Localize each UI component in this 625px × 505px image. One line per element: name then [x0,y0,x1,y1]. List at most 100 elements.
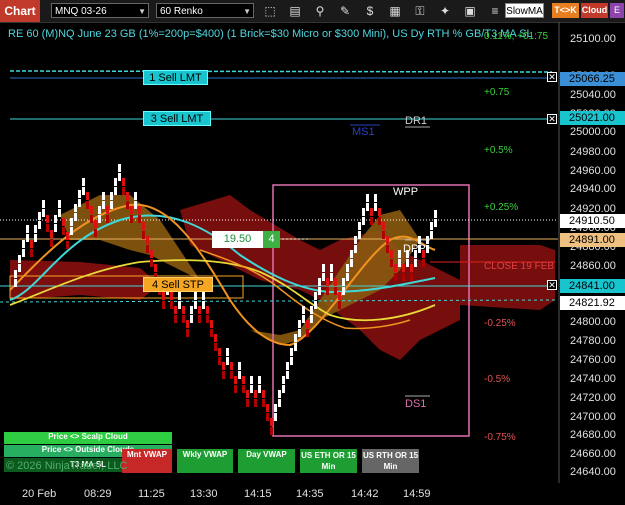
instrument-label: MNQ 03-26 [55,6,107,17]
renko-brick [214,334,217,342]
renko-brick [210,329,213,337]
renko-brick [86,192,89,200]
renko-brick [86,201,89,209]
renko-brick [330,273,333,281]
renko-brick [318,287,321,295]
tk-toggle-button[interactable]: T<>K [552,3,579,18]
level-plus05: +0.5% [484,145,513,156]
price-tick: 24980.00 [570,146,616,158]
renko-brick [42,200,45,208]
renko-brick [350,250,353,258]
price-tick: 24740.00 [570,373,616,385]
renko-brick [30,240,33,248]
renko-brick [302,315,305,323]
day-vwap-button[interactable]: Day VWAP [238,449,295,473]
cancel-order-4-icon[interactable]: ✕ [547,280,557,290]
renko-brick [222,371,225,379]
renko-brick [242,385,245,393]
sell-limit-order-3[interactable]: 3 Sell LMT [143,111,211,126]
renko-brick [50,239,53,247]
renko-brick [326,287,329,295]
dpp-label: DPP [403,243,426,255]
renko-brick [234,385,237,393]
renko-brick [98,206,101,214]
strategy-icon[interactable]: ✦ [437,3,453,19]
renko-brick [14,270,17,278]
renko-brick [54,224,57,232]
renko-brick [102,192,105,200]
renko-brick [146,245,149,253]
chevron-down-icon: ▼ [138,7,146,16]
zoom-icon[interactable]: ⚲ [312,3,328,19]
renko-brick [206,306,209,314]
price-chart[interactable] [0,22,560,483]
renko-brick [334,287,337,295]
sell-stop-order-4[interactable]: 4 Sell STP [143,277,213,292]
timeframe-selector[interactable]: 60 Renko ▼ [156,3,254,18]
cancel-order-1-icon[interactable]: ✕ [547,72,557,82]
renko-brick [286,371,289,379]
renko-brick [70,218,73,226]
renko-brick [334,278,337,286]
chart-toolbar: Chart MNQ 03-26 ▼ 60 Renko ▼ ⬚ ▤ ⚲ ✎ $ ▦… [0,0,625,23]
price-scalp-cloud-button[interactable]: Price <> Scalp Cloud [4,432,172,444]
price-tick: 25040.00 [570,89,616,101]
renko-brick [230,371,233,379]
cloud-toggle-button[interactable]: Cloud [581,3,608,18]
renko-brick [190,315,193,323]
renko-brick [338,301,341,309]
month-vwap-button[interactable]: Mnt VWAP [122,449,172,473]
chart-options-icon[interactable]: ≡ [487,3,503,19]
lock-icon[interactable]: ⚿ [412,3,428,19]
renko-brick [222,362,225,370]
renko-brick [186,329,189,337]
renko-brick [30,249,33,257]
renko-brick [410,273,413,281]
renko-brick [174,306,177,314]
price-tick: 24800.00 [570,316,616,328]
renko-brick [258,376,261,384]
instrument-icon[interactable]: ▦ [387,3,403,19]
order-quantity[interactable]: 4 [263,231,280,248]
us-rth-or-button[interactable]: US RTH OR 15 Min [362,449,419,473]
renko-brick [346,273,349,281]
renko-brick [122,187,125,195]
chart-tab[interactable]: Chart [0,0,40,22]
price-tick: 25100.00 [570,33,616,45]
us-eth-or-button[interactable]: US ETH OR 15 Min [300,449,357,473]
price-tick: 24720.00 [570,392,616,404]
e-toggle-button[interactable]: E [610,3,624,18]
price-tick: 24680.00 [570,429,616,441]
renko-brick [110,192,113,200]
data-box-icon[interactable]: ▤ [287,3,303,19]
timeframe-label: 60 Renko [160,6,203,17]
time-tick: 11:25 [138,488,165,500]
properties-icon[interactable]: $ [362,3,378,19]
time-tick: 13:30 [190,488,218,500]
price-tick: 24860.00 [570,260,616,272]
draw-icon[interactable]: ✎ [337,3,353,19]
renko-brick [210,320,213,328]
instrument-selector[interactable]: MNQ 03-26 ▼ [51,3,149,18]
pct-top-label: 0.11%, +01:75 [484,31,549,42]
copyright: © 2026 NinjaTrader, LLC [6,460,128,472]
renko-brick [22,240,25,248]
weekly-vwap-button[interactable]: Wkly VWAP [177,449,233,473]
renko-brick [106,215,109,223]
renko-brick [198,306,201,314]
renko-brick [322,264,325,272]
wpp-label: WPP [393,186,419,198]
sell-limit-order-1[interactable]: 1 Sell LMT [143,70,208,85]
renko-brick [218,357,221,365]
renko-brick [18,255,21,263]
renko-brick [82,178,85,186]
indicator-select[interactable]: SlowMA [505,3,544,18]
renko-brick [402,273,405,281]
renko-brick [186,320,189,328]
cancel-order-3-icon[interactable]: ✕ [547,114,557,124]
renko-brick [110,201,113,209]
renko-brick [430,231,433,239]
screen-icon[interactable]: ▣ [462,3,478,19]
renko-brick [98,215,101,223]
cursor-icon[interactable]: ⬚ [262,3,278,19]
